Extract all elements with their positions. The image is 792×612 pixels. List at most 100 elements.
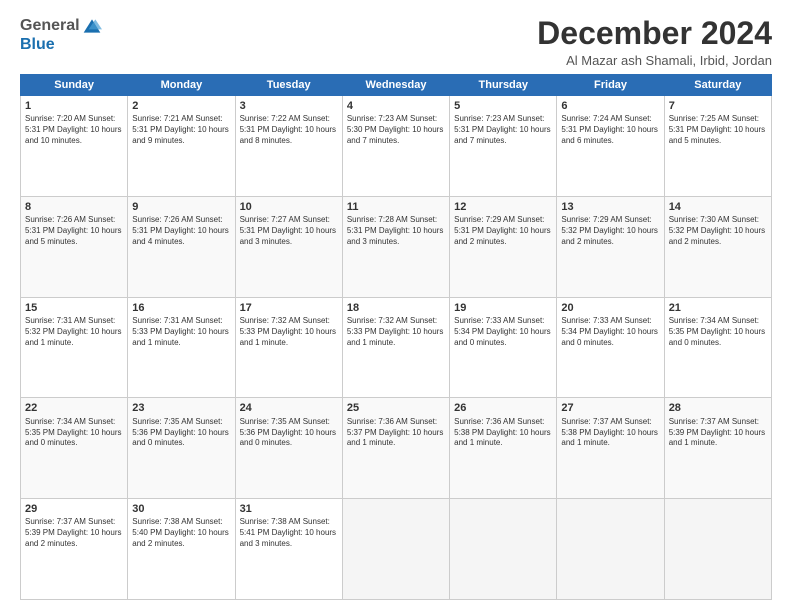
logo-icon [82, 16, 102, 36]
day-info: Sunrise: 7:29 AM Sunset: 5:31 PM Dayligh… [454, 215, 552, 247]
day-info: Sunrise: 7:27 AM Sunset: 5:31 PM Dayligh… [240, 215, 338, 247]
table-row [450, 499, 557, 600]
day-number: 16 [132, 301, 230, 315]
table-row: 22 Sunrise: 7:34 AM Sunset: 5:35 PM Dayli… [21, 398, 128, 499]
day-info: Sunrise: 7:38 AM Sunset: 5:41 PM Dayligh… [240, 517, 338, 549]
table-row: 30Sunrise: 7:38 AM Sunset: 5:40 PM Dayli… [128, 499, 235, 600]
table-row: 9Sunrise: 7:26 AM Sunset: 5:31 PM Daylig… [128, 196, 235, 297]
title-block: December 2024 Al Mazar ash Shamali, Irbi… [537, 16, 772, 68]
col-friday: Friday [557, 75, 664, 96]
calendar-week-row: 22 Sunrise: 7:34 AM Sunset: 5:35 PM Dayli… [21, 398, 772, 499]
table-row: 2Sunrise: 7:21 AM Sunset: 5:31 PM Daylig… [128, 96, 235, 197]
col-sunday: Sunday [21, 75, 128, 96]
table-row [664, 499, 771, 600]
day-number: 26 [454, 401, 552, 415]
logo: General Blue [20, 16, 102, 54]
calendar-week-row: 29Sunrise: 7:37 AM Sunset: 5:39 PM Dayli… [21, 499, 772, 600]
day-info: Sunrise: 7:36 AM Sunset: 5:38 PM Dayligh… [454, 417, 552, 449]
table-row: 21Sunrise: 7:34 AM Sunset: 5:35 PM Dayli… [664, 297, 771, 398]
table-row: 8Sunrise: 7:26 AM Sunset: 5:31 PM Daylig… [21, 196, 128, 297]
day-info: Sunrise: 7:37 AM Sunset: 5:39 PM Dayligh… [669, 417, 767, 449]
table-row: 15Sunrise: 7:31 AM Sunset: 5:32 PM Dayli… [21, 297, 128, 398]
calendar-header-row: Sunday Monday Tuesday Wednesday Thursday… [21, 75, 772, 96]
day-info: Sunrise: 7:37 AM Sunset: 5:38 PM Dayligh… [561, 417, 659, 449]
day-info: Sunrise: 7:28 AM Sunset: 5:31 PM Dayligh… [347, 215, 445, 247]
day-info: Sunrise: 7:22 AM Sunset: 5:31 PM Dayligh… [240, 114, 338, 146]
day-number: 2 [132, 99, 230, 113]
day-number: 17 [240, 301, 338, 315]
table-row: 4Sunrise: 7:23 AM Sunset: 5:30 PM Daylig… [342, 96, 449, 197]
day-info: Sunrise: 7:32 AM Sunset: 5:33 PM Dayligh… [347, 316, 445, 348]
col-thursday: Thursday [450, 75, 557, 96]
table-row: 5Sunrise: 7:23 AM Sunset: 5:31 PM Daylig… [450, 96, 557, 197]
day-info: Sunrise: 7:38 AM Sunset: 5:40 PM Dayligh… [132, 517, 230, 549]
day-number: 12 [454, 200, 552, 214]
table-row: 26 Sunrise: 7:36 AM Sunset: 5:38 PM Dayli… [450, 398, 557, 499]
day-info: Sunrise: 7:31 AM Sunset: 5:32 PM Dayligh… [25, 316, 123, 348]
day-number: 14 [669, 200, 767, 214]
day-info: Sunrise: 7:26 AM Sunset: 5:31 PM Dayligh… [132, 215, 230, 247]
table-row: 20Sunrise: 7:33 AM Sunset: 5:34 PM Dayli… [557, 297, 664, 398]
table-row: 31Sunrise: 7:38 AM Sunset: 5:41 PM Dayli… [235, 499, 342, 600]
day-info: Sunrise: 7:33 AM Sunset: 5:34 PM Dayligh… [561, 316, 659, 348]
table-row: 16Sunrise: 7:31 AM Sunset: 5:33 PM Dayli… [128, 297, 235, 398]
col-wednesday: Wednesday [342, 75, 449, 96]
day-info: Sunrise: 7:32 AM Sunset: 5:33 PM Dayligh… [240, 316, 338, 348]
day-number: 7 [669, 99, 767, 113]
table-row [557, 499, 664, 600]
logo-blue: Blue [20, 36, 55, 54]
day-number: 22 [25, 401, 123, 415]
table-row: 19Sunrise: 7:33 AM Sunset: 5:34 PM Dayli… [450, 297, 557, 398]
day-number: 5 [454, 99, 552, 113]
calendar-week-row: 15Sunrise: 7:31 AM Sunset: 5:32 PM Dayli… [21, 297, 772, 398]
table-row: 17Sunrise: 7:32 AM Sunset: 5:33 PM Dayli… [235, 297, 342, 398]
day-info: Sunrise: 7:23 AM Sunset: 5:30 PM Dayligh… [347, 114, 445, 146]
day-info: Sunrise: 7:23 AM Sunset: 5:31 PM Dayligh… [454, 114, 552, 146]
calendar-week-row: 8Sunrise: 7:26 AM Sunset: 5:31 PM Daylig… [21, 196, 772, 297]
day-info: Sunrise: 7:21 AM Sunset: 5:31 PM Dayligh… [132, 114, 230, 146]
day-number: 8 [25, 200, 123, 214]
day-number: 11 [347, 200, 445, 214]
day-number: 19 [454, 301, 552, 315]
day-info: Sunrise: 7:35 AM Sunset: 5:36 PM Dayligh… [240, 417, 338, 449]
table-row: 13Sunrise: 7:29 AM Sunset: 5:32 PM Dayli… [557, 196, 664, 297]
col-monday: Monday [128, 75, 235, 96]
calendar-table: Sunday Monday Tuesday Wednesday Thursday… [20, 74, 772, 600]
table-row: 11Sunrise: 7:28 AM Sunset: 5:31 PM Dayli… [342, 196, 449, 297]
day-info: Sunrise: 7:29 AM Sunset: 5:32 PM Dayligh… [561, 215, 659, 247]
col-tuesday: Tuesday [235, 75, 342, 96]
day-number: 13 [561, 200, 659, 214]
day-info: Sunrise: 7:26 AM Sunset: 5:31 PM Dayligh… [25, 215, 123, 247]
location: Al Mazar ash Shamali, Irbid, Jordan [537, 53, 772, 68]
table-row: 10Sunrise: 7:27 AM Sunset: 5:31 PM Dayli… [235, 196, 342, 297]
day-info: Sunrise: 7:33 AM Sunset: 5:34 PM Dayligh… [454, 316, 552, 348]
table-row: 1Sunrise: 7:20 AM Sunset: 5:31 PM Daylig… [21, 96, 128, 197]
day-number: 20 [561, 301, 659, 315]
header: General Blue December 2024 Al Mazar ash … [20, 16, 772, 68]
day-number: 3 [240, 99, 338, 113]
day-number: 27 [561, 401, 659, 415]
day-info: Sunrise: 7:25 AM Sunset: 5:31 PM Dayligh… [669, 114, 767, 146]
table-row: 18Sunrise: 7:32 AM Sunset: 5:33 PM Dayli… [342, 297, 449, 398]
day-number: 21 [669, 301, 767, 315]
day-info: Sunrise: 7:30 AM Sunset: 5:32 PM Dayligh… [669, 215, 767, 247]
table-row: 27 Sunrise: 7:37 AM Sunset: 5:38 PM Dayli… [557, 398, 664, 499]
day-info: Sunrise: 7:34 AM Sunset: 5:35 PM Dayligh… [669, 316, 767, 348]
day-number: 23 [132, 401, 230, 415]
calendar-week-row: 1Sunrise: 7:20 AM Sunset: 5:31 PM Daylig… [21, 96, 772, 197]
day-info: Sunrise: 7:37 AM Sunset: 5:39 PM Dayligh… [25, 517, 123, 549]
day-info: Sunrise: 7:24 AM Sunset: 5:31 PM Dayligh… [561, 114, 659, 146]
day-number: 9 [132, 200, 230, 214]
day-number: 4 [347, 99, 445, 113]
day-number: 10 [240, 200, 338, 214]
day-number: 30 [132, 502, 230, 516]
month-title: December 2024 [537, 16, 772, 51]
table-row: 23Sunrise: 7:35 AM Sunset: 5:36 PM Dayli… [128, 398, 235, 499]
table-row: 7Sunrise: 7:25 AM Sunset: 5:31 PM Daylig… [664, 96, 771, 197]
day-info: Sunrise: 7:31 AM Sunset: 5:33 PM Dayligh… [132, 316, 230, 348]
day-info: Sunrise: 7:20 AM Sunset: 5:31 PM Dayligh… [25, 114, 123, 146]
table-row: 24Sunrise: 7:35 AM Sunset: 5:36 PM Dayli… [235, 398, 342, 499]
day-info: Sunrise: 7:36 AM Sunset: 5:37 PM Dayligh… [347, 417, 445, 449]
day-info: Sunrise: 7:34 AM Sunset: 5:35 PM Dayligh… [25, 417, 123, 449]
day-number: 15 [25, 301, 123, 315]
